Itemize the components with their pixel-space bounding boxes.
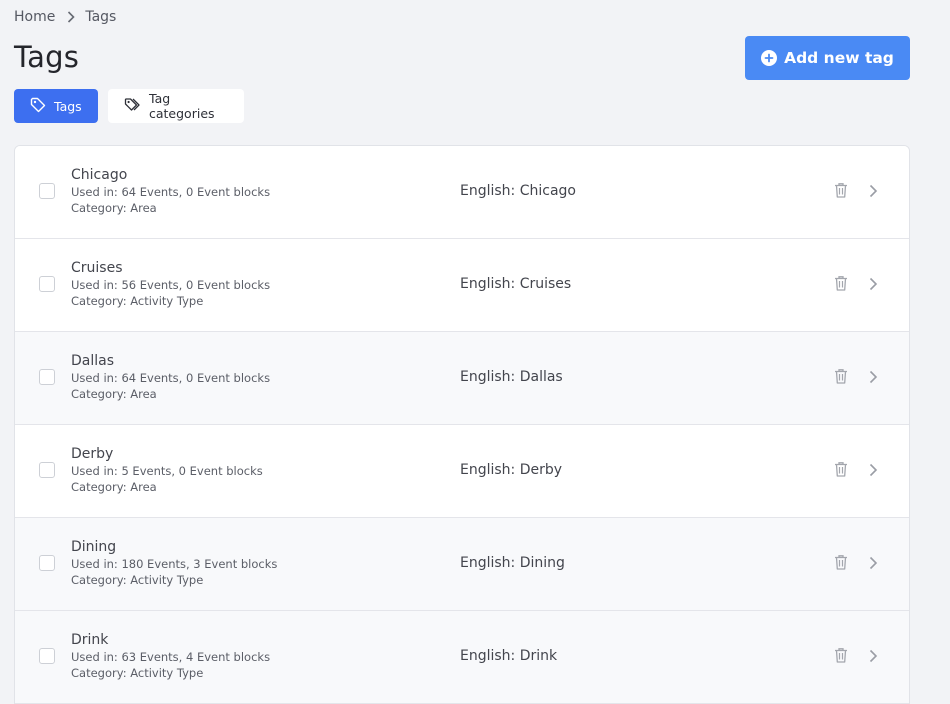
chevron-right-icon[interactable] <box>869 648 878 667</box>
add-new-tag-button[interactable]: Add new tag <box>745 36 910 80</box>
breadcrumb-home-link[interactable]: Home <box>14 9 55 25</box>
row-checkbox[interactable] <box>39 648 55 664</box>
tag-name: Cruises <box>71 260 123 276</box>
tab-tags[interactable]: Tags <box>14 89 98 123</box>
tag-translation: English: Dallas <box>460 369 563 385</box>
chevron-right-icon[interactable] <box>869 276 878 295</box>
trash-icon[interactable] <box>834 554 848 574</box>
tag-info: Derby Used in: 5 Events, 0 Event blocks Ca… <box>71 446 263 495</box>
trash-icon[interactable] <box>834 647 848 667</box>
chevron-right-icon[interactable] <box>869 183 878 202</box>
tag-icon <box>30 97 46 116</box>
trash-icon[interactable] <box>834 461 848 481</box>
tag-info: Dining Used in: 180 Events, 3 Event block… <box>71 539 277 588</box>
tag-name: Drink <box>71 632 109 648</box>
page-title: Tags <box>14 40 80 74</box>
add-new-tag-label: Add new tag <box>784 49 894 67</box>
tag-category: Category: Activity Type <box>71 294 204 308</box>
tag-row[interactable]: Dining Used in: 180 Events, 3 Event block… <box>15 518 909 611</box>
tag-usage: Used in: 64 Events, 0 Event blocks <box>71 185 271 199</box>
tag-row[interactable]: Dallas Used in: 64 Events, 0 Event blocks… <box>15 332 909 425</box>
tags-icon <box>124 97 141 116</box>
tag-category: Category: Activity Type <box>71 666 204 680</box>
tag-row[interactable]: Drink Used in: 63 Events, 4 Event blocks C… <box>15 611 909 704</box>
plus-circle-icon <box>761 50 778 66</box>
tag-name: Dallas <box>71 353 115 369</box>
trash-icon[interactable] <box>834 368 848 388</box>
tag-translation: English: Chicago <box>460 183 576 199</box>
tag-usage: Used in: 5 Events, 0 Event blocks <box>71 464 263 478</box>
breadcrumb-current: Tags <box>85 9 117 25</box>
tag-name: Chicago <box>71 167 128 183</box>
tab-tag-categories[interactable]: Tag categories <box>108 89 244 123</box>
tag-name: Derby <box>71 446 114 462</box>
tag-row[interactable]: Derby Used in: 5 Events, 0 Event blocks Ca… <box>15 425 909 518</box>
tag-category: Category: Area <box>71 480 157 494</box>
tag-translation: English: Derby <box>460 462 563 478</box>
tag-translation: English: Dining <box>460 555 565 571</box>
trash-icon[interactable] <box>834 275 848 295</box>
tag-category: Category: Activity Type <box>71 573 204 587</box>
chevron-right-icon[interactable] <box>869 369 878 388</box>
chevron-right-icon[interactable] <box>869 555 878 574</box>
tag-info: Dallas Used in: 64 Events, 0 Event blocks… <box>71 353 270 402</box>
tabs: Tags Tag categories <box>14 89 244 123</box>
tag-usage: Used in: 180 Events, 3 Event blocks <box>71 557 278 571</box>
tag-category: Category: Area <box>71 201 157 215</box>
tab-tags-label: Tags <box>54 98 82 114</box>
tag-usage: Used in: 56 Events, 0 Event blocks <box>71 278 271 292</box>
row-checkbox[interactable] <box>39 276 55 292</box>
tag-translation: English: Cruises <box>460 276 572 292</box>
tag-info: Cruises Used in: 56 Events, 0 Event block… <box>71 260 270 309</box>
tag-category: Category: Area <box>71 387 157 401</box>
tag-usage: Used in: 63 Events, 4 Event blocks <box>71 650 271 664</box>
breadcrumb: Home Tags <box>14 9 116 25</box>
tag-usage: Used in: 64 Events, 0 Event blocks <box>71 371 271 385</box>
tag-row[interactable]: Chicago Used in: 64 Events, 0 Event block… <box>15 146 909 239</box>
tag-name: Dining <box>71 539 117 555</box>
tag-row[interactable]: Cruises Used in: 56 Events, 0 Event block… <box>15 239 909 332</box>
tab-tag-categories-label: Tag categories <box>149 91 215 121</box>
tag-translation: English: Drink <box>460 648 558 664</box>
row-checkbox[interactable] <box>39 183 55 199</box>
chevron-right-icon <box>67 11 75 23</box>
tag-list: Chicago Used in: 64 Events, 0 Event block… <box>14 145 910 704</box>
tag-info: Drink Used in: 63 Events, 4 Event blocks C… <box>71 632 270 681</box>
row-checkbox[interactable] <box>39 462 55 478</box>
row-checkbox[interactable] <box>39 369 55 385</box>
row-checkbox[interactable] <box>39 555 55 571</box>
tag-info: Chicago Used in: 64 Events, 0 Event block… <box>71 167 270 216</box>
chevron-right-icon[interactable] <box>869 462 878 481</box>
trash-icon[interactable] <box>834 182 848 202</box>
